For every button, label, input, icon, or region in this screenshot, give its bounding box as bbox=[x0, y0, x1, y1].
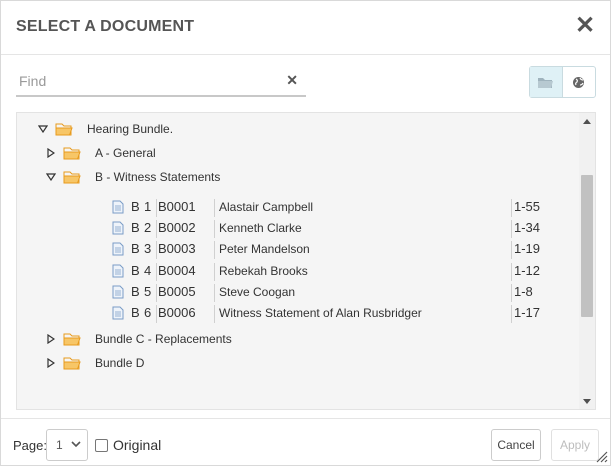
doc-pages: 1-55 bbox=[511, 199, 540, 217]
close-icon[interactable]: ✕ bbox=[574, 14, 596, 38]
folder-view-button[interactable] bbox=[530, 67, 563, 97]
page-select[interactable]: 1 bbox=[46, 429, 88, 461]
dialog-title: SELECT A DOCUMENT bbox=[16, 18, 195, 35]
doc-pages: 1-34 bbox=[511, 220, 540, 238]
dialog-footer: Page: 1 Original Cancel Apply bbox=[1, 418, 610, 465]
scrollbar-thumb[interactable] bbox=[581, 175, 593, 317]
page-label: Page: bbox=[13, 438, 47, 453]
caret-down-icon[interactable] bbox=[37, 123, 49, 135]
folder-open-icon bbox=[63, 333, 81, 346]
tree-node-bundle-d[interactable]: Bundle D bbox=[45, 353, 144, 373]
document-row[interactable]: B 1 B0001 Alastair Campbell 1-55 bbox=[112, 197, 567, 218]
document-icon bbox=[112, 200, 124, 214]
doc-number: 1 bbox=[144, 199, 157, 217]
apply-button[interactable]: Apply bbox=[551, 429, 599, 461]
doc-number: 4 bbox=[144, 263, 157, 281]
folder-open-icon bbox=[63, 171, 81, 184]
folder-open-icon bbox=[55, 123, 73, 136]
tree-node-label: A - General bbox=[95, 146, 156, 160]
globe-view-button[interactable] bbox=[563, 67, 596, 97]
doc-title: Peter Mandelson bbox=[219, 242, 310, 256]
doc-code: B0003 bbox=[158, 241, 215, 259]
clear-icon[interactable]: ✕ bbox=[286, 72, 298, 89]
document-row[interactable]: B 2 B0002 Kenneth Clarke 1-34 bbox=[112, 218, 567, 239]
caret-right-icon[interactable] bbox=[45, 147, 57, 159]
doc-pages: 1-12 bbox=[511, 263, 540, 281]
cancel-button[interactable]: Cancel bbox=[491, 429, 541, 461]
tree-node-label: Bundle D bbox=[95, 356, 145, 370]
doc-number: 3 bbox=[144, 241, 157, 259]
scroll-down-arrow-icon[interactable] bbox=[579, 393, 595, 409]
document-icon bbox=[112, 285, 124, 299]
doc-title: Witness Statement of Alan Rusbridger bbox=[219, 306, 422, 320]
tree-node-label: Hearing Bundle. bbox=[87, 122, 174, 136]
doc-number: 2 bbox=[144, 220, 157, 238]
document-row[interactable]: B 6 B0006 Witness Statement of Alan Rusb… bbox=[112, 303, 567, 324]
document-icon bbox=[112, 242, 124, 256]
doc-code: B0005 bbox=[158, 284, 215, 302]
doc-bundle: B bbox=[131, 263, 140, 278]
select-document-dialog: SELECT A DOCUMENT ✕ ✕ bbox=[0, 0, 611, 466]
tree-node-root[interactable]: Hearing Bundle. bbox=[37, 119, 173, 139]
folder-open-icon bbox=[63, 147, 81, 160]
tree-node-bundle-b[interactable]: B - Witness Statements bbox=[45, 167, 220, 187]
doc-code: B0006 bbox=[158, 305, 215, 323]
scroll-up-arrow-icon[interactable] bbox=[579, 113, 595, 129]
resize-grip-icon[interactable] bbox=[594, 449, 608, 463]
tree-scrollbar[interactable] bbox=[579, 113, 595, 409]
doc-bundle: B bbox=[131, 305, 140, 320]
tree-node-bundle-c[interactable]: Bundle C - Replacements bbox=[45, 329, 232, 349]
doc-bundle: B bbox=[131, 241, 140, 256]
search-field: ✕ bbox=[16, 67, 306, 97]
tree-node-label: B - Witness Statements bbox=[95, 170, 221, 184]
tree-node-label: Bundle C - Replacements bbox=[95, 332, 232, 346]
search-input[interactable] bbox=[16, 69, 276, 93]
tree-node-bundle-a[interactable]: A - General bbox=[45, 143, 156, 163]
doc-code: B0004 bbox=[158, 263, 215, 281]
globe-view-icon bbox=[573, 76, 585, 88]
doc-number: 5 bbox=[144, 284, 157, 302]
doc-title: Rebekah Brooks bbox=[219, 264, 308, 278]
document-icon bbox=[112, 264, 124, 278]
doc-code: B0001 bbox=[158, 199, 215, 217]
doc-title: Kenneth Clarke bbox=[219, 221, 302, 235]
document-tree: Hearing Bundle. A - General B - Witness … bbox=[16, 112, 596, 410]
document-icon bbox=[112, 221, 124, 235]
doc-title: Steve Coogan bbox=[219, 285, 296, 299]
original-checkbox[interactable] bbox=[95, 439, 108, 452]
doc-pages: 1-8 bbox=[511, 284, 533, 302]
doc-title: Alastair Campbell bbox=[219, 200, 314, 214]
document-row[interactable]: B 5 B0005 Steve Coogan 1-8 bbox=[112, 282, 567, 303]
folder-view-icon bbox=[538, 77, 554, 88]
dialog-header: SELECT A DOCUMENT ✕ bbox=[1, 1, 610, 55]
document-icon bbox=[112, 306, 124, 320]
doc-code: B0002 bbox=[158, 220, 215, 238]
doc-pages: 1-19 bbox=[511, 241, 540, 259]
folder-open-icon bbox=[63, 357, 81, 370]
caret-down-icon[interactable] bbox=[45, 171, 57, 183]
doc-number: 6 bbox=[144, 305, 157, 323]
doc-bundle: B bbox=[131, 220, 140, 235]
tree-content: Hearing Bundle. A - General B - Witness … bbox=[17, 113, 580, 409]
doc-bundle: B bbox=[131, 284, 140, 299]
caret-right-icon[interactable] bbox=[45, 357, 57, 369]
doc-bundle: B bbox=[131, 199, 140, 214]
caret-right-icon[interactable] bbox=[45, 333, 57, 345]
doc-pages: 1-17 bbox=[511, 305, 540, 323]
chevron-down-icon bbox=[71, 441, 81, 448]
document-row[interactable]: B 4 B0004 Rebekah Brooks 1-12 bbox=[112, 261, 567, 282]
view-toggle bbox=[529, 66, 596, 98]
page-select-value: 1 bbox=[56, 438, 63, 452]
document-row[interactable]: B 3 B0003 Peter Mandelson 1-19 bbox=[112, 239, 567, 260]
original-label: Original bbox=[113, 437, 162, 453]
